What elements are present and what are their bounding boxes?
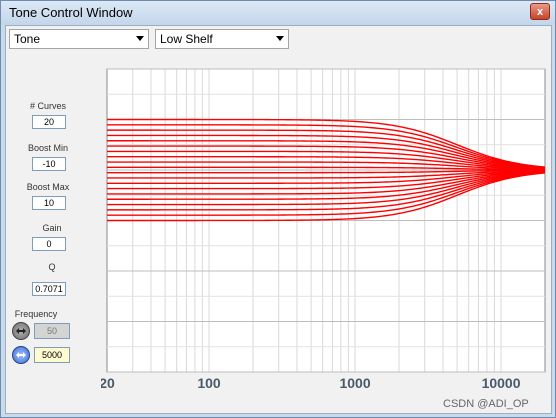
window-title: Tone Control Window [9,5,133,20]
arrows-icon [16,352,26,358]
boost-max-label: Boost Max [26,182,70,192]
q-label: Q [48,262,56,272]
x-tick-label: 10000 [482,375,521,391]
freq-end-toggle[interactable] [12,346,30,364]
arrows-icon [16,328,26,334]
gain-input[interactable]: 0 [32,237,66,251]
mode-select[interactable]: Tone [9,29,149,49]
q-input[interactable]: 0.7071 [32,282,66,296]
freq-end-input[interactable]: 5000 [34,347,70,363]
frequency-label: Frequency [14,309,58,319]
x-tick-label: 20 [101,375,115,391]
chevron-down-icon [136,36,144,41]
gain-label: Gain [42,223,62,233]
x-tick-label: 100 [197,375,221,391]
close-button[interactable]: x [530,3,550,20]
freq-start-input[interactable]: 50 [34,323,70,339]
chevron-down-icon [276,36,284,41]
response-chart: 20100-10-20-30-4020100100010000 [101,61,546,391]
mode-select-value: Tone [14,32,41,46]
filter-select[interactable]: Low Shelf [155,29,289,49]
x-tick-label: 1000 [339,375,370,391]
curves-input[interactable]: 20 [32,115,66,129]
boost-min-input[interactable]: -10 [32,157,66,171]
watermark: CSDN @ADI_OP [443,398,529,410]
curves-label: # Curves [29,101,66,111]
filter-select-value: Low Shelf [160,32,213,46]
title-bar: Tone Control Window x [1,1,555,25]
tone-control-window: Tone Control Window x Tone Low Shelf # C… [0,0,556,418]
boost-max-input[interactable]: 10 [32,196,66,210]
freq-start-toggle[interactable] [12,322,30,340]
content-area: Tone Low Shelf # Curves 20 Boost Min -10… [5,25,552,414]
boost-min-label: Boost Min [27,143,69,153]
